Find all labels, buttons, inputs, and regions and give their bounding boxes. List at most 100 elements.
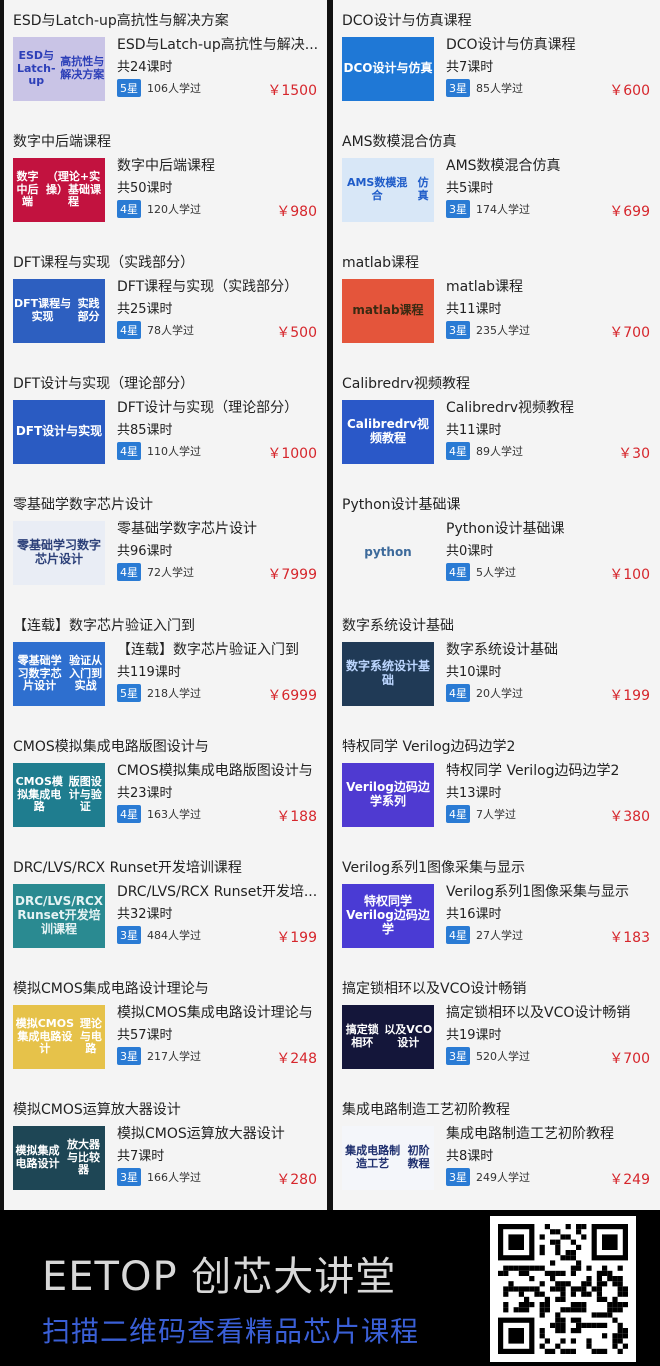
course-name-link[interactable]: DRC/LVS/RCX Runset开发培... [117,881,322,901]
course-thumbnail[interactable]: DFT设计与实现 [13,400,105,464]
course-name-link[interactable]: 【连载】数字芯片验证入门到 [117,639,322,659]
course-card[interactable]: 数字系统设计基础 数字系统设计基础 数字系统设计基础 共10课时 4星 20人学过 ￥199 [333,605,660,727]
course-name-link[interactable]: DFT课程与实现（实践部分） [117,276,322,296]
course-thumbnail[interactable]: 模拟集成电路设计 放大器与比较器 [13,1126,105,1190]
course-thumbnail[interactable]: 数字系统设计基础 [342,642,434,706]
star-rating-badge: 4星 [446,805,470,823]
learner-count: 7人学过 [476,808,516,821]
star-rating-badge: 3星 [446,1047,470,1065]
course-card[interactable]: 模拟CMOS运算放大器设计 模拟集成电路设计 放大器与比较器 模拟CMOS运算放大器设… [4,1089,327,1211]
course-price: ￥248 [276,1051,317,1067]
learner-count: 72人学过 [147,566,194,579]
course-thumbnail[interactable]: DRC/LVS/RCX Runset开发培训课程 [13,884,105,948]
course-card[interactable]: 集成电路制造工艺初阶教程 集成电路制造工艺 初阶教程 集成电路制造工艺初阶教程 共8课时… [333,1089,660,1211]
thumbnail-text: 验证从入门到实战 [69,654,103,693]
learner-count: 174人学过 [476,203,530,216]
course-price: ￥7999 [267,567,317,583]
course-card[interactable]: DCO设计与仿真课程 DCO设计与仿真 DCO设计与仿真课程 共7课时 3星 85人学过 ￥… [333,0,660,122]
course-name-link[interactable]: 数字中后端课程 [117,155,322,175]
scan-qr-slogan: 扫描二维码查看精品芯片课程 [42,1315,420,1348]
course-thumbnail[interactable]: Verilog边码边学系列 [342,763,434,827]
course-card[interactable]: 数字中后端课程 数字中后端 （理论+实操）基础课程 数字中后端课程 共50课时 4星 120… [4,121,327,243]
course-price: ￥1500 [267,83,317,99]
course-card[interactable]: DFT课程与实现（实践部分） DFT课程与实现 实践部分 DFT课程与实现（实践部分）… [4,242,327,364]
learner-count: 27人学过 [476,929,523,942]
course-card[interactable]: Calibredrv视频教程 Calibredrv视频教程 Calibredrv视频… [333,363,660,485]
course-thumbnail[interactable]: 数字中后端 （理论+实操）基础课程 [13,158,105,222]
learner-count: 110人学过 [147,445,201,458]
course-card[interactable]: Verilog系列1图像采集与显示 特权同学 Verilog边码边学 Verilog… [333,847,660,969]
learner-count: 249人学过 [476,1171,530,1184]
thumbnail-text: 理论与电路 [79,1017,102,1056]
course-name-link[interactable]: 集成电路制造工艺初阶教程 [446,1123,651,1143]
qr-code-image[interactable] [490,1216,636,1362]
course-heading: Verilog系列1图像采集与显示 [342,860,525,876]
course-card[interactable]: Python设计基础课 python Python设计基础课 共0课时 4星 5人学过 ￥1… [333,484,660,606]
star-rating-badge: 3星 [446,200,470,218]
course-price: ￥188 [276,809,317,825]
course-thumbnail[interactable]: matlab课程 [342,279,434,343]
course-thumbnail[interactable]: AMS数模混合 仿真 [342,158,434,222]
star-rating-badge: 4星 [117,200,141,218]
course-price: ￥199 [609,688,650,704]
lesson-count: 共57课时 [117,1028,173,1043]
course-thumbnail[interactable]: 特权同学 Verilog边码边学 [342,884,434,948]
course-card[interactable]: ESD与Latch-up高抗性与解决方案 ESD与Latch-up 高抗性与解决方案… [4,0,327,122]
course-name-link[interactable]: 模拟CMOS运算放大器设计 [117,1123,322,1143]
course-name-link[interactable]: Calibredrv视频教程 [446,397,651,417]
learner-count: 5人学过 [476,566,516,579]
course-price: ￥280 [276,1172,317,1188]
course-thumbnail[interactable]: 零基础学习数字芯片设计 [13,521,105,585]
course-name-link[interactable]: CMOS模拟集成电路版图设计与 [117,760,322,780]
course-thumbnail[interactable]: ESD与Latch-up 高抗性与解决方案 [13,37,105,101]
course-name-link[interactable]: ESD与Latch-up高抗性与解决... [117,34,322,54]
learner-count: 163人学过 [147,808,201,821]
star-rating-badge: 3星 [446,321,470,339]
course-thumbnail[interactable]: python [342,521,434,585]
course-card[interactable]: 零基础学数字芯片设计 零基础学习数字芯片设计 零基础学数字芯片设计 共96课时 4星 72… [4,484,327,606]
course-thumbnail[interactable]: 集成电路制造工艺 初阶教程 [342,1126,434,1190]
course-thumbnail[interactable]: 搞定锁相环 以及VCO设计 [342,1005,434,1069]
footer-banner: EETOP 创芯大讲堂 扫描二维码查看精品芯片课程 [0,1210,660,1366]
course-name-link[interactable]: 搞定锁相环以及VCO设计畅销 [446,1002,651,1022]
course-card[interactable]: matlab课程 matlab课程 matlab课程 共11课时 3星 235人学过 ￥70… [333,242,660,364]
course-name-link[interactable]: matlab课程 [446,276,651,296]
course-thumbnail[interactable]: 模拟CMOS集成电路设计 理论与电路 [13,1005,105,1069]
lesson-count: 共11课时 [446,423,502,438]
star-rating-badge: 5星 [117,684,141,702]
course-name-link[interactable]: 模拟CMOS集成电路设计理论与 [117,1002,322,1022]
course-name-link[interactable]: 数字系统设计基础 [446,639,651,659]
course-name-link[interactable]: Verilog系列1图像采集与显示 [446,881,651,901]
left-course-column: ESD与Latch-up高抗性与解决方案 ESD与Latch-up 高抗性与解决方案… [0,0,330,1211]
course-card[interactable]: 特权同学 Verilog边码边学2 Verilog边码边学系列 特权同学 Veril… [333,726,660,848]
course-card[interactable]: DRC/LVS/RCX Runset开发培训课程 DRC/LVS/RCX Runs… [4,847,327,969]
lesson-count: 共5课时 [446,181,494,196]
thumbnail-text: 数字中后端 [16,170,39,209]
course-heading: 模拟CMOS集成电路设计理论与 [13,981,209,997]
course-card[interactable]: CMOS模拟集成电路版图设计与 CMOS模拟集成电路 版图设计与验证 CMOS模拟集成… [4,726,327,848]
course-thumbnail[interactable]: DFT课程与实现 实践部分 [13,279,105,343]
course-name-link[interactable]: DCO设计与仿真课程 [446,34,651,54]
course-card[interactable]: AMS数模混合仿真 AMS数模混合 仿真 AMS数模混合仿真 共5课时 3星 174人学过 ￥… [333,121,660,243]
course-name-link[interactable]: DFT设计与实现（理论部分） [117,397,322,417]
course-thumbnail[interactable]: DCO设计与仿真 [342,37,434,101]
course-name-link[interactable]: AMS数模混合仿真 [446,155,651,175]
star-rating-badge: 4星 [117,563,141,581]
lesson-count: 共8课时 [446,1149,494,1164]
thumbnail-text: 仿真 [417,176,429,202]
learner-count: 89人学过 [476,445,523,458]
course-card[interactable]: 模拟CMOS集成电路设计理论与 模拟CMOS集成电路设计 理论与电路 模拟CMOS集成… [4,968,327,1090]
course-card[interactable]: 【连载】数字芯片验证入门到 零基础学习数字芯片设计 验证从入门到实战 【连载】数字芯片… [4,605,327,727]
course-name-link[interactable]: Python设计基础课 [446,518,651,538]
course-price: ￥700 [609,1051,650,1067]
course-heading: 搞定锁相环以及VCO设计畅销 [342,981,527,997]
learner-count: 484人学过 [147,929,201,942]
course-name-link[interactable]: 特权同学 Verilog边码边学2 [446,760,651,780]
course-card[interactable]: DFT设计与实现（理论部分） DFT设计与实现 DFT设计与实现（理论部分） 共85课… [4,363,327,485]
course-thumbnail[interactable]: Calibredrv视频教程 [342,400,434,464]
course-name-link[interactable]: 零基础学数字芯片设计 [117,518,322,538]
course-card[interactable]: 搞定锁相环以及VCO设计畅销 搞定锁相环 以及VCO设计 搞定锁相环以及VCO设计畅销… [333,968,660,1090]
course-thumbnail[interactable]: 零基础学习数字芯片设计 验证从入门到实战 [13,642,105,706]
course-thumbnail[interactable]: CMOS模拟集成电路 版图设计与验证 [13,763,105,827]
course-heading: CMOS模拟集成电路版图设计与 [13,739,209,755]
